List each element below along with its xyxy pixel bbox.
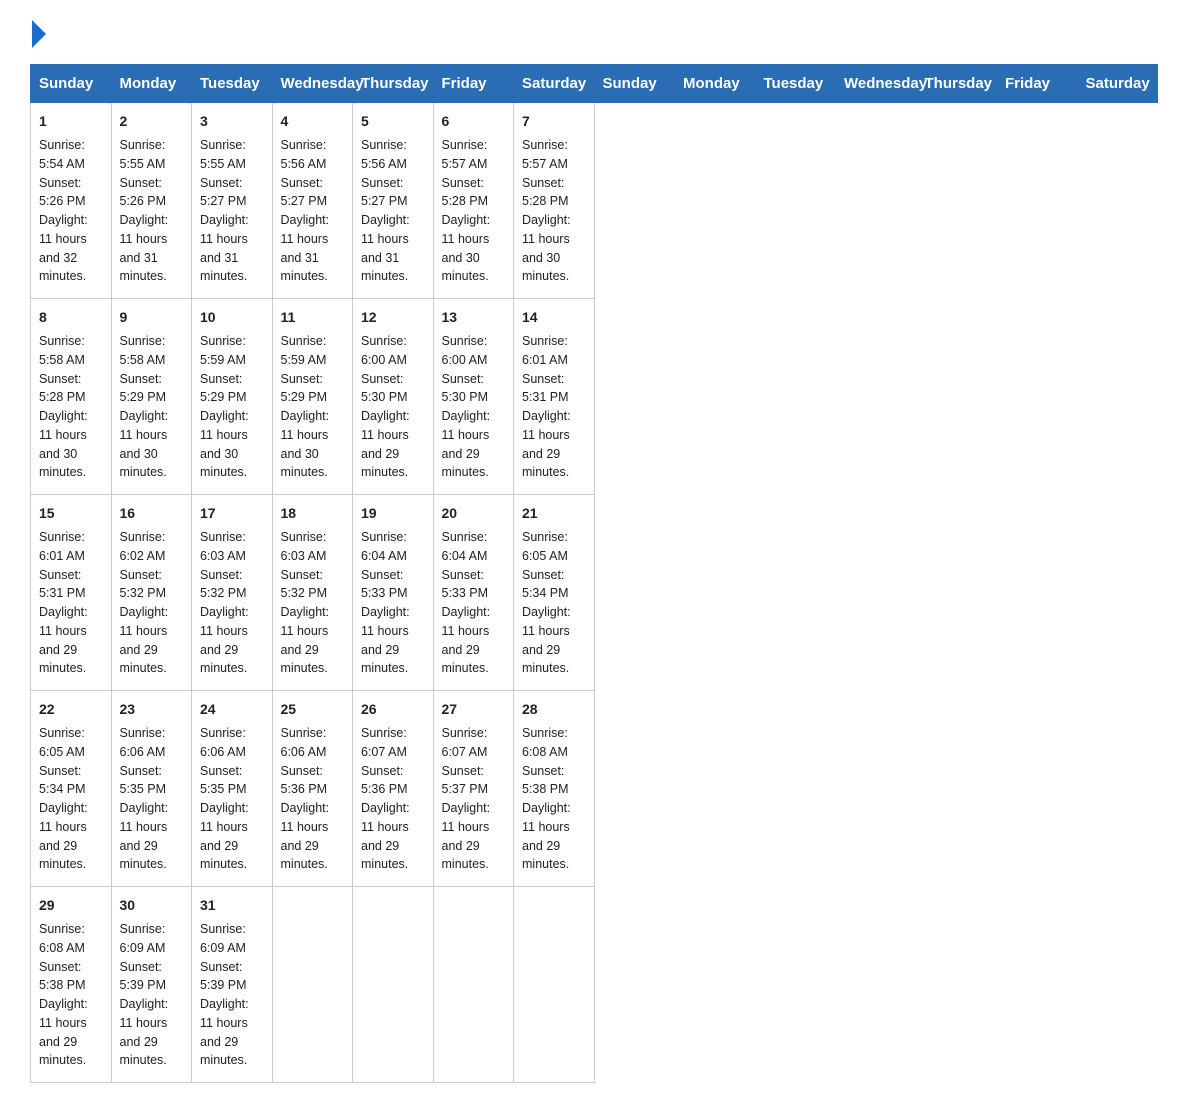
day-number: 22 [39,699,103,720]
day-number: 14 [522,307,586,328]
day-number: 3 [200,111,264,132]
empty-cell [353,887,434,1083]
day-cell-31: 31Sunrise: 6:09 AMSunset: 5:39 PMDayligh… [192,887,273,1083]
day-cell-4: 4Sunrise: 5:56 AMSunset: 5:27 PMDaylight… [272,103,353,299]
week-row-5: 29Sunrise: 6:08 AMSunset: 5:38 PMDayligh… [31,887,1158,1083]
day-cell-27: 27Sunrise: 6:07 AMSunset: 5:37 PMDayligh… [433,691,514,887]
logo [30,30,46,44]
day-number: 31 [200,895,264,916]
day-cell-16: 16Sunrise: 6:02 AMSunset: 5:32 PMDayligh… [111,495,192,691]
empty-cell [514,887,595,1083]
day-header-tuesday: Tuesday [192,65,273,103]
week-row-2: 8Sunrise: 5:58 AMSunset: 5:28 PMDaylight… [31,299,1158,495]
day-cell-24: 24Sunrise: 6:06 AMSunset: 5:35 PMDayligh… [192,691,273,887]
day-cell-26: 26Sunrise: 6:07 AMSunset: 5:36 PMDayligh… [353,691,434,887]
calendar-header-row: SundayMondayTuesdayWednesdayThursdayFrid… [31,65,1158,103]
day-cell-17: 17Sunrise: 6:03 AMSunset: 5:32 PMDayligh… [192,495,273,691]
day-cell-12: 12Sunrise: 6:00 AMSunset: 5:30 PMDayligh… [353,299,434,495]
day-header-thursday: Thursday [353,65,434,103]
empty-cell [272,887,353,1083]
page-header [30,30,1158,44]
day-number: 7 [522,111,586,132]
day-number: 27 [442,699,506,720]
day-number: 9 [120,307,184,328]
day-number: 8 [39,307,103,328]
day-header-friday: Friday [997,65,1078,103]
day-number: 11 [281,307,345,328]
day-cell-5: 5Sunrise: 5:56 AMSunset: 5:27 PMDaylight… [353,103,434,299]
week-row-1: 1Sunrise: 5:54 AMSunset: 5:26 PMDaylight… [31,103,1158,299]
day-cell-14: 14Sunrise: 6:01 AMSunset: 5:31 PMDayligh… [514,299,595,495]
day-cell-10: 10Sunrise: 5:59 AMSunset: 5:29 PMDayligh… [192,299,273,495]
day-number: 15 [39,503,103,524]
day-cell-25: 25Sunrise: 6:06 AMSunset: 5:36 PMDayligh… [272,691,353,887]
day-cell-9: 9Sunrise: 5:58 AMSunset: 5:29 PMDaylight… [111,299,192,495]
day-cell-23: 23Sunrise: 6:06 AMSunset: 5:35 PMDayligh… [111,691,192,887]
day-number: 26 [361,699,425,720]
day-cell-2: 2Sunrise: 5:55 AMSunset: 5:26 PMDaylight… [111,103,192,299]
day-number: 2 [120,111,184,132]
day-number: 17 [200,503,264,524]
empty-cell [433,887,514,1083]
day-number: 6 [442,111,506,132]
day-cell-28: 28Sunrise: 6:08 AMSunset: 5:38 PMDayligh… [514,691,595,887]
day-cell-7: 7Sunrise: 5:57 AMSunset: 5:28 PMDaylight… [514,103,595,299]
day-cell-21: 21Sunrise: 6:05 AMSunset: 5:34 PMDayligh… [514,495,595,691]
day-cell-15: 15Sunrise: 6:01 AMSunset: 5:31 PMDayligh… [31,495,112,691]
day-cell-6: 6Sunrise: 5:57 AMSunset: 5:28 PMDaylight… [433,103,514,299]
day-number: 20 [442,503,506,524]
day-number: 16 [120,503,184,524]
day-header-thursday: Thursday [916,65,997,103]
day-number: 13 [442,307,506,328]
week-row-3: 15Sunrise: 6:01 AMSunset: 5:31 PMDayligh… [31,495,1158,691]
day-number: 19 [361,503,425,524]
day-number: 23 [120,699,184,720]
day-cell-22: 22Sunrise: 6:05 AMSunset: 5:34 PMDayligh… [31,691,112,887]
day-header-saturday: Saturday [514,65,595,103]
day-header-sunday: Sunday [594,65,675,103]
day-cell-3: 3Sunrise: 5:55 AMSunset: 5:27 PMDaylight… [192,103,273,299]
day-header-monday: Monday [111,65,192,103]
day-number: 5 [361,111,425,132]
day-number: 30 [120,895,184,916]
day-header-wednesday: Wednesday [836,65,917,103]
day-cell-18: 18Sunrise: 6:03 AMSunset: 5:32 PMDayligh… [272,495,353,691]
day-number: 28 [522,699,586,720]
day-cell-19: 19Sunrise: 6:04 AMSunset: 5:33 PMDayligh… [353,495,434,691]
day-number: 10 [200,307,264,328]
day-number: 21 [522,503,586,524]
day-header-friday: Friday [433,65,514,103]
day-cell-29: 29Sunrise: 6:08 AMSunset: 5:38 PMDayligh… [31,887,112,1083]
day-number: 1 [39,111,103,132]
day-header-tuesday: Tuesday [755,65,836,103]
day-header-wednesday: Wednesday [272,65,353,103]
day-cell-30: 30Sunrise: 6:09 AMSunset: 5:39 PMDayligh… [111,887,192,1083]
day-number: 24 [200,699,264,720]
day-cell-8: 8Sunrise: 5:58 AMSunset: 5:28 PMDaylight… [31,299,112,495]
day-cell-13: 13Sunrise: 6:00 AMSunset: 5:30 PMDayligh… [433,299,514,495]
calendar-table: SundayMondayTuesdayWednesdayThursdayFrid… [30,64,1158,1083]
day-number: 29 [39,895,103,916]
logo-triangle-icon [32,20,46,48]
day-number: 12 [361,307,425,328]
day-number: 4 [281,111,345,132]
day-cell-1: 1Sunrise: 5:54 AMSunset: 5:26 PMDaylight… [31,103,112,299]
day-cell-20: 20Sunrise: 6:04 AMSunset: 5:33 PMDayligh… [433,495,514,691]
day-number: 18 [281,503,345,524]
day-number: 25 [281,699,345,720]
day-header-saturday: Saturday [1077,65,1158,103]
day-header-sunday: Sunday [31,65,112,103]
day-header-monday: Monday [675,65,756,103]
day-cell-11: 11Sunrise: 5:59 AMSunset: 5:29 PMDayligh… [272,299,353,495]
week-row-4: 22Sunrise: 6:05 AMSunset: 5:34 PMDayligh… [31,691,1158,887]
